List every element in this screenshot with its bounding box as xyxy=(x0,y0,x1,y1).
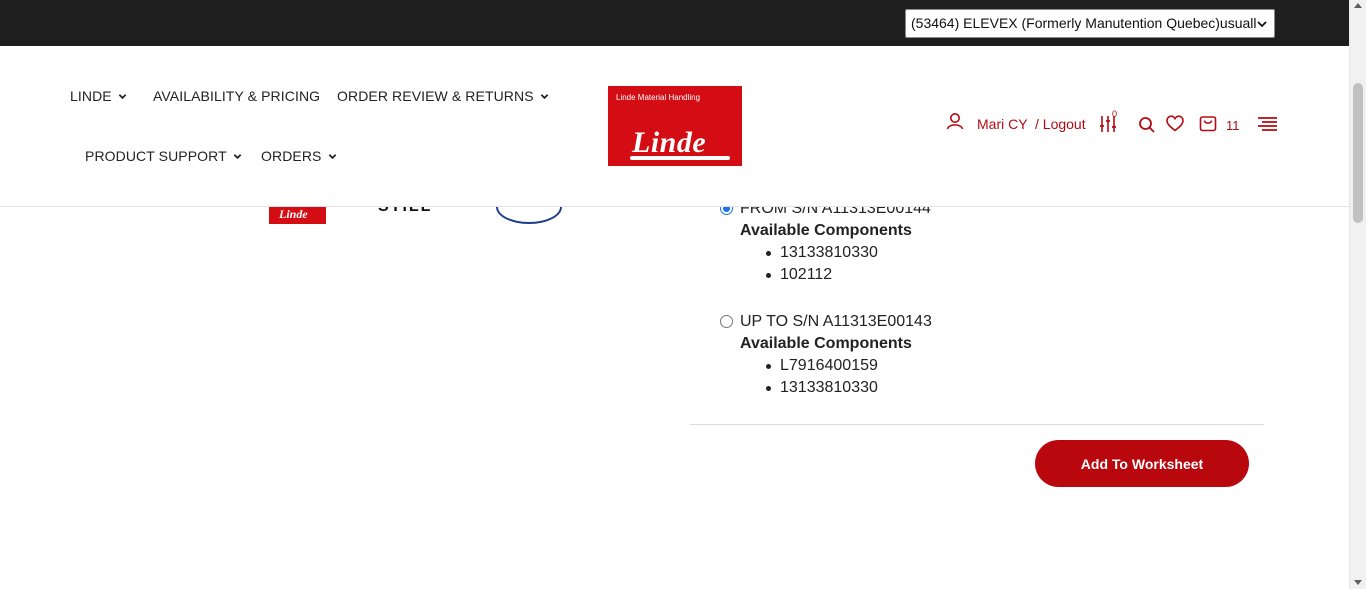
option-up-to-sn-label: UP TO S/N A11313E00143 xyxy=(740,313,932,330)
nav-order-review-returns[interactable]: ORDER REVIEW & RETURNS xyxy=(337,88,549,104)
nav-order-review-returns-label: ORDER REVIEW & RETURNS xyxy=(337,88,534,104)
chevron-down-icon xyxy=(540,93,548,99)
nav-linde[interactable]: LINDE xyxy=(70,88,127,104)
list-item: 13133810330 xyxy=(766,379,878,396)
logo-swoosh xyxy=(630,156,730,160)
nav-orders[interactable]: ORDERS xyxy=(261,148,337,164)
chevron-down-icon xyxy=(233,153,242,159)
nav-availability-pricing[interactable]: AVAILABILITY & PRICING xyxy=(153,88,320,104)
nav-orders-label: ORDERS xyxy=(261,148,322,164)
chevron-down-icon xyxy=(328,153,336,159)
linde-logo[interactable]: Linde Material Handling Linde xyxy=(608,86,742,166)
scroll-up-arrow-icon[interactable] xyxy=(1354,3,1362,8)
radio-up-to-sn[interactable] xyxy=(720,315,733,328)
top-bar: (53464) ELEVEX (Formerly Manutention Que… xyxy=(0,0,1349,46)
list-item: 102112 xyxy=(765,266,833,283)
nav-product-support-label: PRODUCT SUPPORT xyxy=(85,148,227,164)
list-item: L7916400159 xyxy=(766,357,878,374)
add-to-worksheet-button[interactable]: Add To Worksheet xyxy=(1035,440,1249,487)
nav-linde-label: LINDE xyxy=(70,88,112,104)
menu-icon[interactable] xyxy=(1257,117,1278,131)
heart-icon[interactable] xyxy=(1166,115,1184,132)
brand-linde-text: Linde xyxy=(279,207,308,221)
nav-availability-pricing-label: AVAILABILITY & PRICING xyxy=(153,88,321,104)
chevron-down-icon xyxy=(1257,21,1267,28)
brand-linde-logo[interactable]: Linde xyxy=(269,204,326,224)
user-icon[interactable] xyxy=(946,112,966,130)
cart-count: 11 xyxy=(1226,118,1240,133)
cart-bag-icon[interactable] xyxy=(1199,114,1217,132)
chevron-down-icon xyxy=(118,93,127,99)
logo-tagline: Linde Material Handling xyxy=(616,93,701,102)
list-item: 13133810330 xyxy=(766,244,878,261)
scroll-thumb[interactable] xyxy=(1353,83,1363,223)
account-select-value: (53464) ELEVEX (Formerly Manutention Que… xyxy=(911,15,1257,31)
nav-product-support[interactable]: PRODUCT SUPPORT xyxy=(85,148,242,164)
search-icon[interactable] xyxy=(1138,116,1156,134)
account-select[interactable]: (53464) ELEVEX (Formerly Manutention Que… xyxy=(905,9,1275,38)
page-scrollbar[interactable] xyxy=(1349,0,1366,589)
components-title-2: Available Components xyxy=(740,335,912,352)
user-name[interactable]: Mari CY xyxy=(977,116,1028,132)
filter-badge: 0 xyxy=(1112,109,1118,119)
scroll-down-arrow-icon[interactable] xyxy=(1354,580,1362,585)
logout-link[interactable]: / Logout xyxy=(1035,116,1086,132)
logo-brand-text: Linde xyxy=(632,126,707,159)
divider xyxy=(690,424,1264,425)
components-title-1: Available Components xyxy=(740,222,912,239)
site-header: LINDE AVAILABILITY & PRICING ORDER REVIE… xyxy=(0,46,1349,207)
